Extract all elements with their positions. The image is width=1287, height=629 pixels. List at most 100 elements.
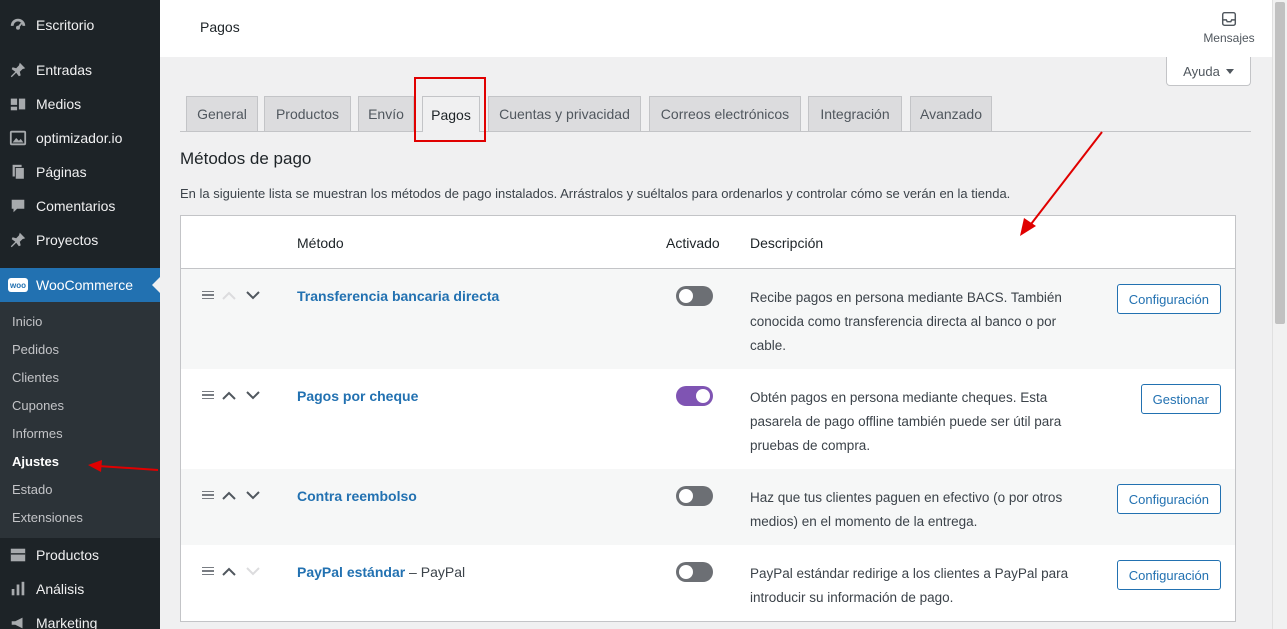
submenu-item-ajustes[interactable]: Ajustes [0, 447, 160, 475]
table-header: Método Activado Descripción [181, 216, 1235, 269]
method-name-link[interactable]: Transferencia bancaria directa [297, 288, 499, 304]
move-up-chevron-icon [220, 288, 238, 302]
tab-envio[interactable]: Envío [358, 96, 414, 131]
pin-icon [8, 230, 28, 250]
page-title: Pagos [200, 19, 240, 35]
enabled-toggle[interactable] [676, 486, 713, 506]
tab-correos-electronicos[interactable]: Correos electrónicos [649, 96, 801, 131]
page-header: Pagos Mensajes [160, 0, 1272, 57]
payment-methods-table: Método Activado Descripción Transferenci… [180, 215, 1236, 622]
sidebar-item-label: Análisis [36, 581, 85, 597]
sidebar-item-label: Páginas [36, 164, 87, 180]
page-icon [8, 162, 28, 182]
table-row: Contra reembolso Haz que tus clientes pa… [181, 469, 1235, 545]
sidebar-item-label: Medios [36, 96, 82, 112]
submenu-item-pedidos[interactable]: Pedidos [0, 335, 160, 363]
sidebar-item-optimizador[interactable]: optimizador.io [0, 121, 160, 155]
sidebar-item-proyectos[interactable]: Proyectos [0, 223, 160, 257]
enabled-toggle[interactable] [676, 386, 713, 406]
pin-icon [8, 60, 28, 80]
tab-avanzado[interactable]: Avanzado [910, 96, 992, 131]
move-up-chevron-icon[interactable] [220, 488, 238, 502]
configure-button[interactable]: Configuración [1116, 284, 1221, 314]
dashboard-icon [8, 15, 28, 35]
drag-handle-icon[interactable] [202, 490, 214, 500]
woocommerce-icon: woo [8, 275, 28, 295]
scroll-thumb[interactable] [1275, 2, 1285, 324]
sidebar-item-comentarios[interactable]: Comentarios [0, 189, 160, 223]
configure-button[interactable]: Configuración [1116, 560, 1221, 590]
submenu-item-clientes[interactable]: Clientes [0, 363, 160, 391]
section-description: En la siguiente lista se muestran los mé… [180, 186, 1011, 201]
move-down-chevron-icon[interactable] [244, 288, 262, 302]
chart-icon [8, 579, 28, 599]
move-up-chevron-icon[interactable] [220, 388, 238, 402]
tab-productos[interactable]: Productos [264, 96, 351, 131]
sidebar-item-woocommerce[interactable]: woo WooCommerce [0, 268, 160, 302]
drag-handle-icon[interactable] [202, 290, 214, 300]
sidebar-item-label: Entradas [36, 62, 93, 78]
media-icon [8, 94, 28, 114]
drag-handle-icon[interactable] [202, 566, 214, 576]
sidebar-item-label: Proyectos [36, 232, 99, 248]
method-description: Haz que tus clientes paguen en efectivo … [750, 490, 1063, 529]
tab-general[interactable]: General [186, 96, 258, 131]
enabled-toggle[interactable] [676, 562, 713, 582]
inbox-icon [1221, 11, 1237, 27]
enabled-toggle[interactable] [676, 286, 713, 306]
table-row: Transferencia bancaria directa Recibe pa… [181, 269, 1235, 369]
inbox-button[interactable]: Mensajes [1199, 10, 1259, 45]
method-name-link[interactable]: Pagos por cheque [297, 388, 418, 404]
table-row: PayPal estándar – PayPal PayPal estándar… [181, 545, 1235, 621]
sidebar-item-label: optimizador.io [36, 130, 123, 146]
move-down-chevron-icon [244, 564, 262, 578]
sidebar-separator [0, 42, 160, 53]
annotation-highlight-box [414, 77, 486, 142]
configure-button[interactable]: Configuración [1116, 484, 1221, 514]
method-name-link[interactable]: PayPal estándar – PayPal [297, 564, 465, 580]
woocommerce-submenu: Inicio Pedidos Clientes Cupones Informes… [0, 302, 160, 538]
method-provider-suffix: – PayPal [405, 564, 466, 580]
submenu-item-inicio[interactable]: Inicio [0, 307, 160, 335]
sidebar-item-productos[interactable]: Productos [0, 538, 160, 572]
manage-button[interactable]: Gestionar [1140, 384, 1221, 414]
admin-sidebar: Escritorio Entradas Medios optimizador.i… [0, 0, 160, 629]
sidebar-item-label: Productos [36, 547, 100, 563]
drag-handle-icon[interactable] [202, 390, 214, 400]
column-header-method: Método [297, 235, 344, 251]
method-description: PayPal estándar redirige a los clientes … [750, 566, 1069, 605]
sidebar-item-marketing[interactable]: Marketing [0, 606, 160, 629]
move-down-chevron-icon[interactable] [244, 488, 262, 502]
products-icon [8, 545, 28, 565]
sidebar-item-label: Marketing [36, 615, 98, 629]
row-sort-controls [202, 288, 262, 302]
caret-down-icon [1225, 68, 1234, 74]
method-description: Obtén pagos en persona mediante cheques.… [750, 390, 1062, 453]
move-down-chevron-icon[interactable] [244, 388, 262, 402]
method-description: Recibe pagos en persona mediante BACS. T… [750, 290, 1062, 353]
tab-cuentas-privacidad[interactable]: Cuentas y privacidad [488, 96, 641, 131]
help-button[interactable]: Ayuda [1166, 57, 1251, 86]
method-name-link[interactable]: Contra reembolso [297, 488, 417, 504]
sidebar-item-paginas[interactable]: Páginas [0, 155, 160, 189]
sidebar-item-analisis[interactable]: Análisis [0, 572, 160, 606]
page-scrollbar[interactable] [1272, 0, 1287, 629]
sidebar-item-medios[interactable]: Medios [0, 87, 160, 121]
sidebar-item-escritorio[interactable]: Escritorio [0, 8, 160, 42]
column-header-description: Descripción [750, 235, 824, 251]
row-sort-controls [202, 388, 262, 402]
tab-integracion[interactable]: Integración [808, 96, 902, 131]
move-up-chevron-icon[interactable] [220, 564, 238, 578]
sidebar-item-label: WooCommerce [36, 277, 133, 293]
sidebar-item-entradas[interactable]: Entradas [0, 53, 160, 87]
submenu-item-extensiones[interactable]: Extensiones [0, 503, 160, 531]
help-label: Ayuda [1183, 63, 1220, 79]
submenu-item-informes[interactable]: Informes [0, 419, 160, 447]
submenu-item-cupones[interactable]: Cupones [0, 391, 160, 419]
section-title: Métodos de pago [180, 149, 312, 168]
comment-icon [8, 196, 28, 216]
row-sort-controls [202, 564, 262, 578]
column-header-enabled: Activado [666, 235, 720, 251]
submenu-item-estado[interactable]: Estado [0, 475, 160, 503]
